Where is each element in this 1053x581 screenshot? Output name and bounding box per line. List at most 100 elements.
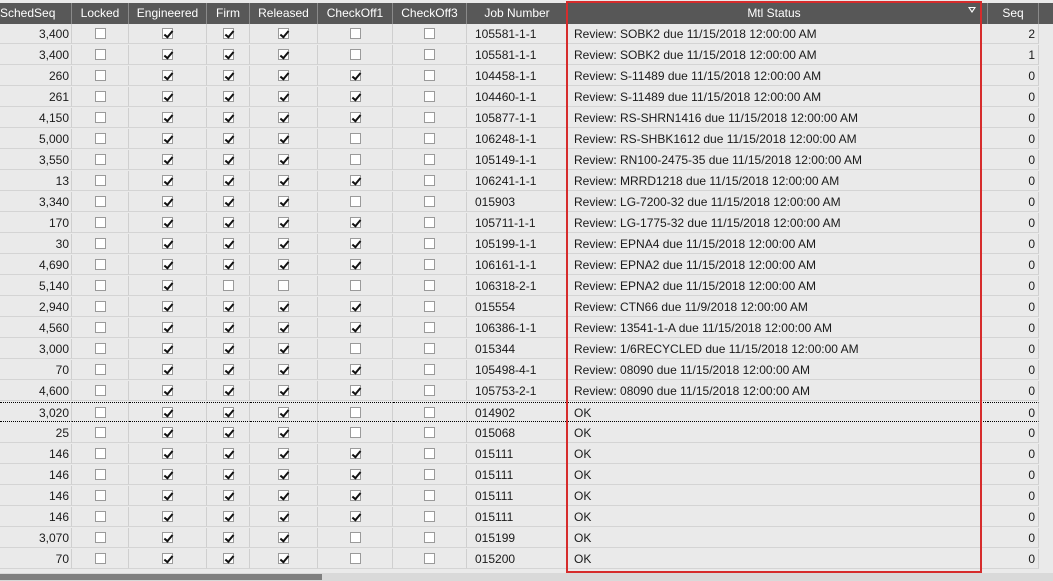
job-number-cell[interactable]: 015903 [467,192,568,212]
checkoff3-checkbox[interactable] [424,238,435,250]
locked-checkbox[interactable] [94,407,106,419]
checkoff3-checkbox[interactable] [424,532,435,544]
released-checkbox[interactable] [278,112,289,124]
checkoff1-checkbox[interactable] [349,28,361,40]
checkoff1-checkbox[interactable] [349,427,361,439]
table-row[interactable]: 146 015111 OK 0 [0,486,1053,507]
sched-seq-cell[interactable]: 13 [0,171,72,191]
checkoff3-checkbox[interactable] [424,217,435,229]
released-checkbox[interactable] [278,28,289,40]
released-checkbox[interactable] [278,385,289,397]
checkoff1-checkbox[interactable] [349,322,361,334]
checkoff1-checkbox[interactable] [349,112,361,124]
job-number-cell[interactable]: 104460-1-1 [467,87,568,107]
engineered-checkbox[interactable] [162,259,173,271]
engineered-checkbox[interactable] [162,238,173,250]
sched-seq-cell[interactable]: 3,550 [0,150,72,170]
engineered-checkbox[interactable] [162,70,173,82]
engineered-checkbox[interactable] [162,301,173,313]
table-row[interactable]: 13 106241-1-1 Review: MRRD1218 due 11/15/2… [0,171,1053,192]
engineered-checkbox[interactable] [162,196,173,208]
firm-checkbox[interactable] [222,385,234,397]
mtl-status-cell[interactable]: Review: 1/6RECYCLED due 11/15/2018 12:00… [568,339,981,359]
engineered-checkbox[interactable] [162,553,173,565]
sched-seq-cell[interactable]: 170 [0,213,72,233]
checkoff3-checkbox[interactable] [424,322,435,334]
firm-checkbox[interactable] [222,511,234,523]
engineered-checkbox[interactable] [162,385,173,397]
seq-cell[interactable]: 0 [988,255,1039,275]
locked-checkbox[interactable] [94,175,106,187]
mtl-status-cell[interactable]: OK [568,486,981,506]
locked-checkbox[interactable] [94,133,106,145]
job-number-cell[interactable]: 106318-2-1 [467,276,568,296]
seq-cell[interactable]: 1 [988,45,1039,65]
locked-checkbox[interactable] [94,196,106,208]
checkoff3-checkbox[interactable] [424,196,435,208]
released-checkbox[interactable] [278,427,289,439]
locked-checkbox[interactable] [94,448,106,460]
checkoff1-checkbox[interactable] [349,343,361,355]
seq-cell[interactable]: 0 [988,381,1039,401]
engineered-checkbox[interactable] [162,49,173,61]
job-number-cell[interactable]: 106248-1-1 [467,129,568,149]
horizontal-scrollbar[interactable] [0,573,1053,581]
released-checkbox[interactable] [278,511,289,523]
table-row[interactable]: 3,020 014902 OK 0 [0,402,1053,423]
checkoff1-checkbox[interactable] [349,238,361,250]
engineered-checkbox[interactable] [162,154,173,166]
checkoff1-checkbox[interactable] [349,175,361,187]
table-row[interactable]: 70 015200 OK 0 [0,549,1053,570]
sched-seq-cell[interactable]: 5,000 [0,129,72,149]
table-row[interactable]: 2,940 015554 Review: CTN66 due 11/9/2018 1… [0,297,1053,318]
sched-seq-cell[interactable]: 261 [0,87,72,107]
seq-cell[interactable]: 0 [988,549,1039,569]
job-number-cell[interactable]: 106386-1-1 [467,318,568,338]
mtl-status-cell[interactable]: OK [568,507,981,527]
checkoff3-checkbox[interactable] [424,133,435,145]
job-number-cell[interactable]: 106241-1-1 [467,171,568,191]
column-header-released[interactable]: Released [250,3,318,24]
firm-checkbox[interactable] [222,49,234,61]
checkoff3-checkbox[interactable] [424,407,435,419]
engineered-checkbox[interactable] [162,364,173,376]
seq-cell[interactable]: 0 [988,108,1039,128]
checkoff1-checkbox[interactable] [349,448,361,460]
locked-checkbox[interactable] [94,343,106,355]
sched-seq-cell[interactable]: 146 [0,465,72,485]
seq-cell[interactable]: 0 [988,213,1039,233]
mtl-status-cell[interactable]: OK [568,444,981,464]
locked-checkbox[interactable] [94,70,106,82]
checkoff1-checkbox[interactable] [349,511,361,523]
checkoff3-checkbox[interactable] [424,553,435,565]
locked-checkbox[interactable] [94,49,106,61]
released-checkbox[interactable] [278,322,289,334]
engineered-checkbox[interactable] [162,175,173,187]
mtl-status-cell[interactable]: Review: RS-SHBK1612 due 11/15/2018 12:00… [568,129,981,149]
mtl-status-cell[interactable]: Review: LG-1775-32 due 11/15/2018 12:00:… [568,213,981,233]
column-header-seq[interactable]: Seq [988,3,1039,24]
table-row[interactable]: 261 104460-1-1 Review: S-11489 due 11/15/2… [0,87,1053,108]
checkoff3-checkbox[interactable] [424,28,435,40]
firm-checkbox[interactable] [222,407,234,419]
engineered-checkbox[interactable] [162,112,173,124]
released-checkbox[interactable] [278,490,289,502]
sched-seq-cell[interactable]: 146 [0,507,72,527]
locked-checkbox[interactable] [94,154,106,166]
checkoff1-checkbox[interactable] [349,490,361,502]
seq-cell[interactable]: 0 [988,486,1039,506]
released-checkbox[interactable] [278,91,289,103]
table-row[interactable]: 25 015068 OK 0 [0,423,1053,444]
table-row[interactable]: 3,000 015344 Review: 1/6RECYCLED due 11/15… [0,339,1053,360]
firm-checkbox[interactable] [222,322,234,334]
sched-seq-cell[interactable]: 70 [0,360,72,380]
mtl-status-cell[interactable]: Review: 13541-1-A due 11/15/2018 12:00:0… [568,318,981,338]
column-header-checkoff3[interactable]: CheckOff3 [393,3,467,24]
seq-cell[interactable]: 0 [988,234,1039,254]
table-row[interactable]: 4,560 106386-1-1 Review: 13541-1-A due 11/… [0,318,1053,339]
engineered-checkbox[interactable] [162,343,173,355]
checkoff1-checkbox[interactable] [349,385,361,397]
sched-seq-cell[interactable]: 4,560 [0,318,72,338]
column-header-checkoff1[interactable]: CheckOff1 [318,3,393,24]
released-checkbox[interactable] [278,154,289,166]
